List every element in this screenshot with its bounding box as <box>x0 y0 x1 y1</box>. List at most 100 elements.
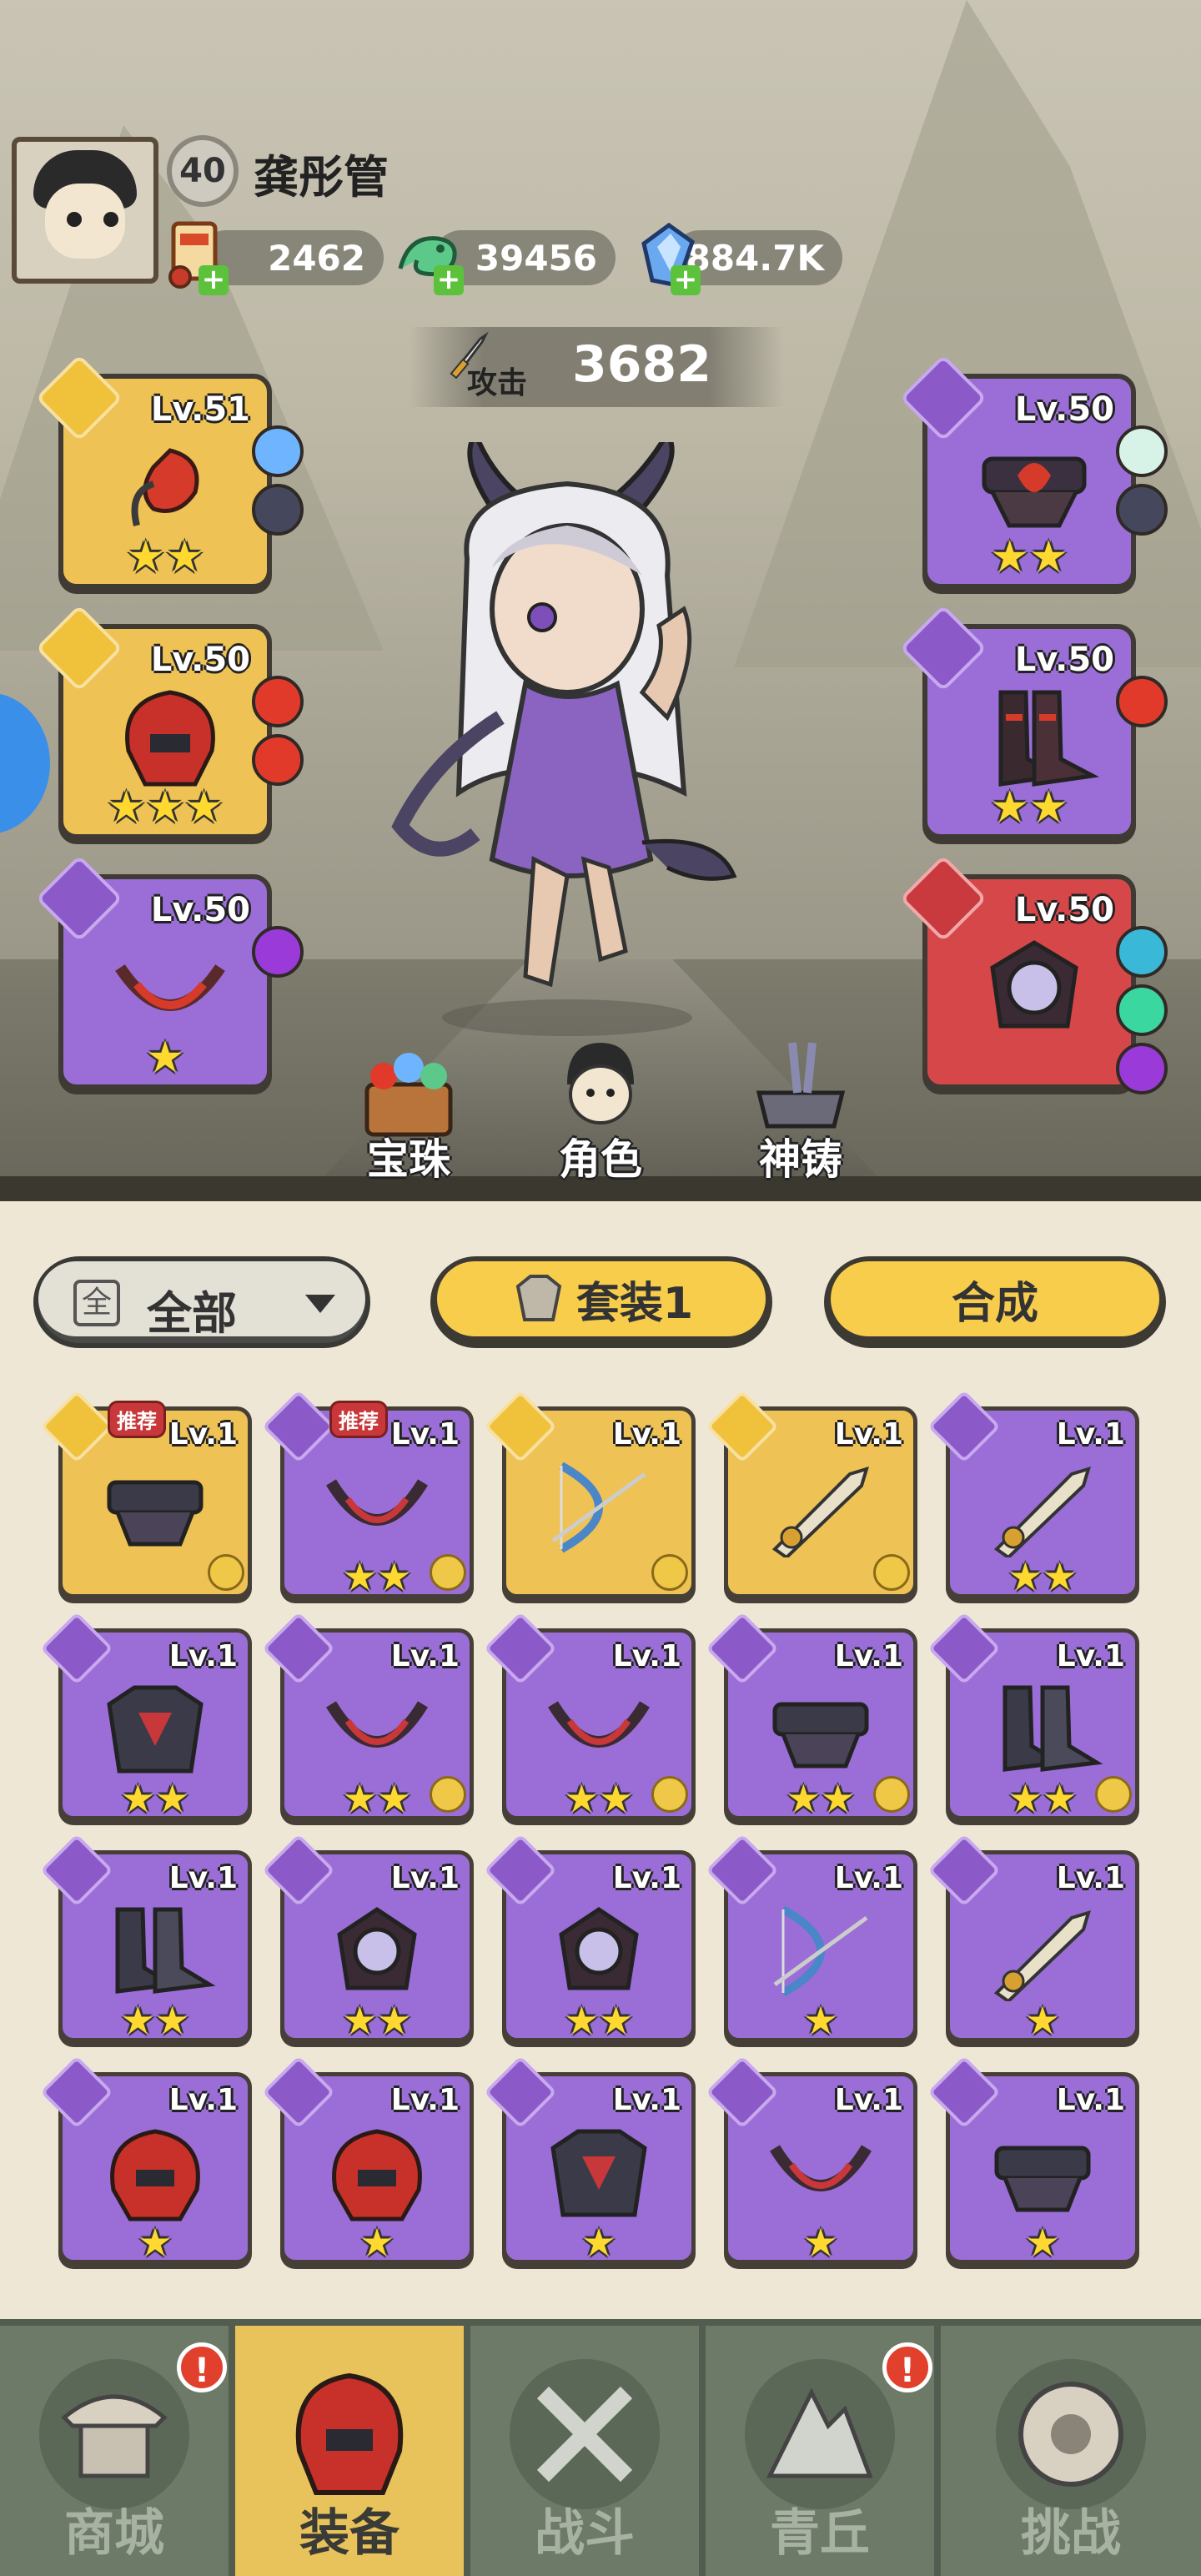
necklace-type-icon <box>35 854 123 943</box>
inventory-item[interactable]: Lv.1 <box>484 1390 696 1598</box>
nav-battle[interactable]: 战斗 <box>470 2326 699 2576</box>
inventory-item[interactable]: Lv.1 ★★ <box>40 1612 252 1821</box>
gem-socket <box>252 926 304 978</box>
nav-qingqiu[interactable]: 青丘 ! <box>706 2326 934 2576</box>
tool-character-button[interactable]: 角色 <box>517 1034 684 1193</box>
mountain-icon <box>745 2359 895 2509</box>
star-rating: ★ <box>359 2220 394 2265</box>
equipped-slot-amulet[interactable]: Lv.50 <box>899 854 1168 1094</box>
inventory-item[interactable]: Lv.1 ★★ <box>484 1612 696 1821</box>
helmet-item-icon <box>110 2129 200 2221</box>
helmet-type-icon <box>262 2055 335 2129</box>
inventory-item[interactable]: Lv.1 ★★ <box>484 1834 696 2043</box>
helmet-type-icon <box>40 2055 113 2129</box>
necklace-item-icon <box>770 2145 872 2191</box>
amulet-type-icon <box>484 1834 557 1907</box>
hero-character[interactable] <box>367 442 767 1043</box>
currency-jade-value: 39456 <box>475 237 597 279</box>
set-button[interactable]: 套装1 <box>430 1256 772 1348</box>
weapon-type-icon <box>927 1390 1001 1463</box>
inventory-item[interactable]: Lv.1 ★★ <box>927 1612 1139 1821</box>
player-avatar[interactable] <box>12 137 158 284</box>
inventory-item[interactable]: Lv.1 ★ <box>927 2055 1139 2265</box>
equipped-level: Lv.50 <box>150 891 250 929</box>
nav-equipment[interactable]: 装备 <box>235 2326 464 2576</box>
item-level: Lv.1 <box>168 1861 238 1895</box>
equipped-slot-helmet[interactable]: Lv.50 ★★★ <box>35 604 304 839</box>
inventory-item[interactable]: Lv.1 推荐 ★★ <box>262 1390 474 1599</box>
filter-dropdown[interactable]: 全 全部 <box>33 1256 370 1348</box>
item-level: Lv.1 <box>390 2083 460 2117</box>
belt-type-icon <box>706 1612 779 1685</box>
star-rating: ★★ <box>342 1776 412 1821</box>
item-level: Lv.1 <box>1056 2083 1125 2117</box>
tool-gems-button[interactable]: 宝珠 <box>325 1034 492 1193</box>
recommend-badge: 推荐 <box>329 1401 388 1438</box>
star-rating: ★★ <box>564 1776 634 1821</box>
nav-shop-alert: ! <box>177 2342 227 2392</box>
nav-challenge[interactable]: 挑战 <box>941 2326 1201 2576</box>
add-jade-button[interactable]: + <box>434 265 464 295</box>
boots-type-icon <box>927 1612 1001 1685</box>
flame-belt-icon <box>982 456 1087 528</box>
necklace-item-icon <box>326 1479 428 1526</box>
gem-socket <box>1116 926 1168 978</box>
gem-socket <box>252 484 304 536</box>
equipped-slot-necklace[interactable]: Lv.50 ★ <box>35 854 304 1089</box>
inventory-item[interactable]: Lv.1 ★ <box>927 1834 1139 2043</box>
weapon-item-icon <box>993 1910 1091 2001</box>
star-rating: ★ <box>581 2220 616 2265</box>
add-scroll-button[interactable]: + <box>198 265 229 295</box>
inventory-item[interactable]: Lv.1 ★★ <box>40 1834 252 2043</box>
nav-challenge-label: 挑战 <box>1021 2504 1121 2563</box>
merge-button[interactable]: 合成 <box>824 1256 1166 1348</box>
item-level: Lv.1 <box>168 1417 238 1452</box>
nav-equipment-label: 装备 <box>299 2504 399 2563</box>
side-menu-bubble[interactable] <box>0 692 50 834</box>
inventory-item[interactable]: Lv.1 <box>706 1390 917 1598</box>
star-rating: ★ <box>803 1998 838 2043</box>
star-rating: ★★ <box>126 532 204 582</box>
item-level: Lv.1 <box>834 1861 903 1895</box>
equipped-level: Lv.50 <box>150 641 250 679</box>
currency-crystal-value: 884.7K <box>686 237 824 279</box>
nav-shop[interactable]: 商城 ! <box>0 2326 229 2576</box>
inventory-item[interactable]: Lv.1 ★★ <box>927 1390 1139 1599</box>
equipped-slot-weapon[interactable]: Lv.51 ★★ <box>35 354 304 589</box>
armor-item-icon <box>550 2129 647 2217</box>
equipped-slot-belt[interactable]: Lv.50 ★★ <box>899 354 1168 589</box>
inventory-item[interactable]: Lv.1 ★ <box>40 2055 252 2265</box>
equipped-level: Lv.51 <box>150 390 250 429</box>
equipped-slot-boots[interactable]: Lv.50 ★★ <box>899 604 1168 839</box>
inventory-item[interactable]: Lv.1 ★ <box>484 2055 696 2265</box>
equipped-level: Lv.50 <box>1014 891 1114 929</box>
star-rating: ★★ <box>1008 1554 1078 1599</box>
inventory-item[interactable]: Lv.1 推荐 <box>40 1390 252 1598</box>
inventory-item[interactable]: Lv.1 ★ <box>262 2055 474 2265</box>
star-rating: ★★ <box>342 1998 412 2043</box>
item-level: Lv.1 <box>390 1417 460 1452</box>
gem-socket <box>1116 425 1168 477</box>
nav-qingqiu-label: 青丘 <box>770 2504 870 2563</box>
tool-forge-button[interactable]: 神铸 <box>717 1034 884 1193</box>
chevron-down-icon <box>305 1295 335 1313</box>
add-crystal-button[interactable]: + <box>671 265 701 295</box>
bow-type-icon <box>706 1834 779 1907</box>
gem-socket <box>1116 676 1168 727</box>
star-rating: ★★ <box>120 1776 190 1821</box>
inventory-item[interactable]: Lv.1 ★★ <box>262 1612 474 1821</box>
set-label: 套装1 <box>575 1278 694 1329</box>
bow-item-icon <box>773 1905 868 1997</box>
armor-type-icon <box>40 1612 113 1685</box>
inventory-item[interactable]: Lv.1 ★★ <box>706 1612 917 1821</box>
attack-value: 3682 <box>572 335 711 394</box>
item-level: Lv.1 <box>168 1639 238 1673</box>
set-armor-icon <box>651 1554 688 1591</box>
inventory-item[interactable]: Lv.1 ★ <box>706 2055 917 2265</box>
weapon-type-icon <box>706 1390 779 1463</box>
inventory-item[interactable]: Lv.1 ★★ <box>262 1834 474 2043</box>
flame-whip-icon <box>131 448 199 526</box>
inventory-item[interactable]: Lv.1 ★ <box>706 1834 917 2043</box>
star-rating: ★★ <box>786 1776 856 1821</box>
boots-type-icon <box>40 1834 113 1907</box>
